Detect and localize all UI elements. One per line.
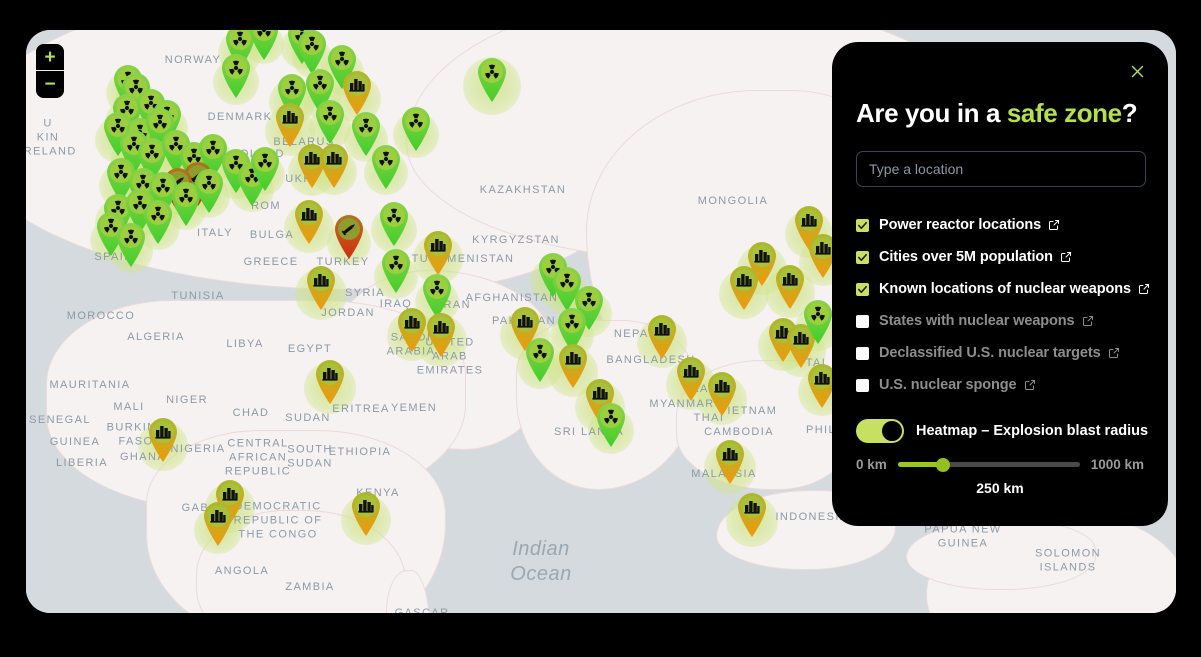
map-marker-reactor[interactable] — [248, 145, 282, 191]
app-root: NORWAYDENMARKUKINIRELANDPOLANDUKRBELARUS… — [0, 0, 1201, 657]
checkbox-checked-icon[interactable] — [856, 250, 869, 264]
blast-radius-slider[interactable]: 0 km 1000 km — [856, 457, 1144, 472]
layer-row-1[interactable]: Cities over 5M population — [856, 241, 1144, 273]
map-marker-reactor[interactable] — [379, 247, 413, 293]
map-marker-reactor[interactable] — [114, 221, 148, 267]
map-marker-city[interactable] — [201, 500, 235, 546]
map-marker-city[interactable] — [349, 490, 383, 536]
map-marker-reactor[interactable] — [523, 336, 557, 382]
safe-zone-panel: Are you in a safe zone? Power reactor lo… — [832, 42, 1168, 526]
map-marker-reactor[interactable] — [594, 401, 628, 447]
close-icon[interactable] — [1124, 58, 1150, 84]
heatmap-row: Heatmap – Explosion blast radius — [856, 419, 1148, 443]
heatmap-block: Heatmap – Explosion blast radius 0 km 10… — [856, 419, 1148, 496]
map-marker-reactor[interactable] — [369, 143, 403, 189]
map-marker-reactor[interactable] — [399, 105, 433, 151]
layer-label: Declassified U.S. nuclear targets — [879, 345, 1101, 361]
map-marker-reactor[interactable] — [475, 56, 509, 102]
landmass — [906, 520, 1096, 590]
map-marker-city[interactable] — [424, 311, 458, 357]
slider-max-label: 1000 km — [1090, 457, 1144, 472]
layer-label: Known locations of nuclear weapons — [879, 281, 1131, 297]
page-title: Are you in a safe zone? — [856, 98, 1144, 129]
map-marker-city[interactable] — [713, 438, 747, 484]
external-link-icon[interactable] — [1082, 315, 1094, 327]
layer-row-0[interactable]: Power reactor locations — [856, 209, 1144, 241]
map-marker-weapon[interactable] — [332, 213, 366, 259]
zoom-in-button[interactable]: + — [36, 44, 64, 71]
map-marker-city[interactable] — [421, 229, 455, 275]
layer-row-4[interactable]: Declassified U.S. nuclear targets — [856, 337, 1144, 369]
toggle-knob — [881, 420, 903, 442]
map-ocean-label: Indian Ocean — [510, 538, 572, 585]
checkbox-unchecked-icon[interactable] — [856, 346, 869, 360]
external-link-icon[interactable] — [1048, 219, 1060, 231]
layer-row-3[interactable]: States with nuclear weapons — [856, 305, 1144, 337]
checkbox-checked-icon[interactable] — [856, 218, 869, 232]
slider-min-label: 0 km — [856, 457, 887, 472]
layer-label: Cities over 5M population — [879, 249, 1053, 265]
external-link-icon[interactable] — [1060, 251, 1072, 263]
map-marker-city[interactable] — [705, 370, 739, 416]
title-prefix: Are you in a — [856, 98, 1007, 128]
checkbox-checked-icon[interactable] — [856, 282, 869, 296]
search-input[interactable] — [856, 151, 1146, 187]
slider-value-label: 250 km — [976, 480, 1024, 496]
map-marker-city[interactable] — [727, 264, 761, 310]
map-marker-reactor[interactable] — [313, 98, 347, 144]
slider-thumb[interactable] — [936, 457, 951, 472]
layer-row-5[interactable]: U.S. nuclear sponge — [856, 369, 1144, 401]
external-link-icon[interactable] — [1138, 283, 1150, 295]
layer-list: Power reactor locations Cities over 5M po… — [856, 209, 1149, 401]
map-marker-city[interactable] — [146, 416, 180, 462]
map-marker-city[interactable] — [292, 198, 326, 244]
zoom-out-button[interactable]: − — [36, 71, 64, 98]
checkbox-unchecked-icon[interactable] — [856, 378, 869, 392]
layer-row-2[interactable]: Known locations of nuclear weapons — [856, 273, 1149, 305]
layer-label: Power reactor locations — [879, 217, 1042, 233]
title-accent: safe zone — [1006, 98, 1122, 128]
slider-track[interactable] — [897, 457, 1080, 472]
map-marker-city[interactable] — [674, 355, 708, 401]
map-marker-city[interactable] — [273, 101, 307, 147]
map-marker-city[interactable] — [304, 264, 338, 310]
map-marker-city[interactable] — [313, 358, 347, 404]
title-suffix: ? — [1121, 98, 1138, 128]
map-marker-reactor[interactable] — [377, 200, 411, 246]
layer-label: States with nuclear weapons — [879, 313, 1075, 329]
heatmap-label: Heatmap – Explosion blast radius — [916, 423, 1149, 439]
zoom-controls[interactable]: + − — [36, 44, 64, 98]
heatmap-toggle[interactable] — [856, 419, 904, 443]
map-marker-reactor[interactable] — [192, 167, 226, 213]
map-marker-city[interactable] — [645, 313, 679, 359]
layer-label: U.S. nuclear sponge — [879, 377, 1017, 393]
map-marker-city[interactable] — [735, 491, 769, 537]
map-marker-city[interactable] — [317, 142, 351, 188]
map-marker-reactor[interactable] — [219, 52, 253, 98]
map-marker-reactor[interactable] — [801, 298, 835, 344]
external-link-icon[interactable] — [1108, 347, 1120, 359]
external-link-icon[interactable] — [1024, 379, 1036, 391]
checkbox-unchecked-icon[interactable] — [856, 314, 869, 328]
